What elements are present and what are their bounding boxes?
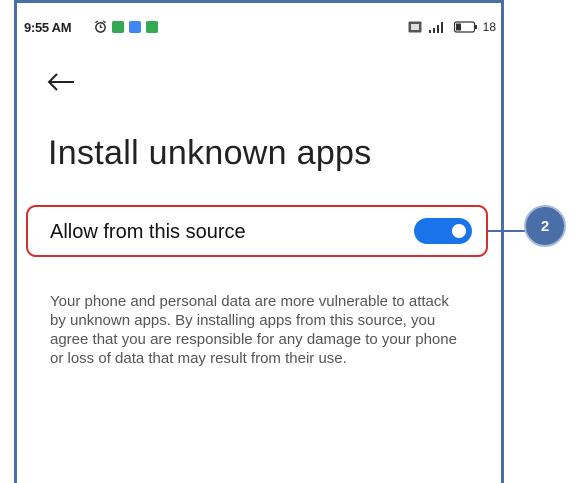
app-notification-icon <box>146 20 158 33</box>
allow-source-toggle[interactable] <box>414 218 472 244</box>
alarm-icon <box>94 20 107 33</box>
step-callout-badge: 2 <box>524 205 566 247</box>
page-title: Install unknown apps <box>48 134 372 172</box>
status-icons-left <box>94 20 158 33</box>
app-notification-icon <box>129 20 141 33</box>
sim-icon <box>408 21 422 33</box>
battery-icon <box>453 21 477 33</box>
toggle-knob <box>452 224 466 238</box>
back-button[interactable] <box>46 68 86 98</box>
allow-source-label: Allow from this source <box>50 221 246 243</box>
signal-icon <box>428 22 443 33</box>
warning-description: Your phone and personal data are more vu… <box>50 293 457 367</box>
status-icons-right: 18 <box>408 20 496 34</box>
back-arrow-icon <box>47 73 74 91</box>
status-time: 9:55 AM <box>24 20 72 35</box>
callout-connector <box>488 230 526 232</box>
app-notification-icon <box>112 20 124 33</box>
status-bar: 9:55 AM 18 <box>24 18 496 40</box>
allow-source-row[interactable]: Allow from this source <box>26 205 488 257</box>
battery-percent: 18 <box>482 20 496 34</box>
